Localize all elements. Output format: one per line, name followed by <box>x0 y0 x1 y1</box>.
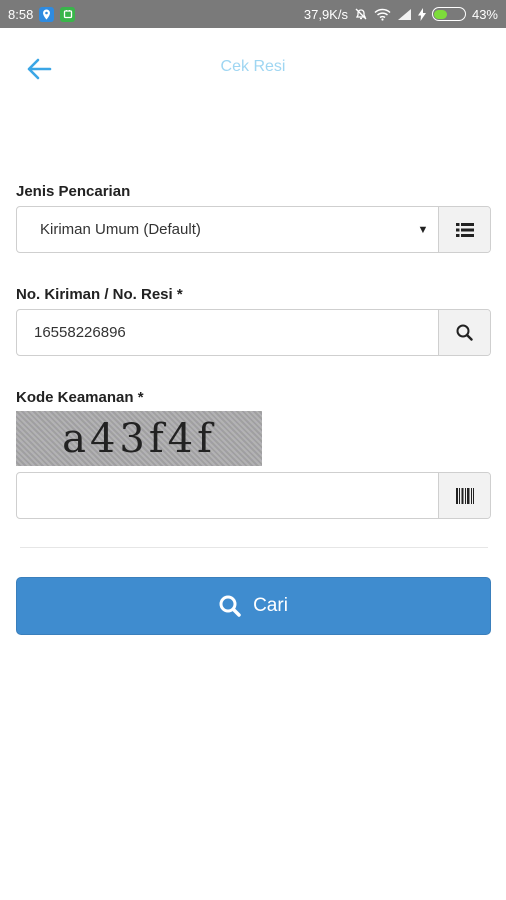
battery-percent: 43% <box>471 6 498 22</box>
security-code-field[interactable] <box>16 472 491 519</box>
mute-bell-icon <box>354 7 368 21</box>
app-header: Cek Resi <box>0 28 506 108</box>
network-speed: 37,9K/s <box>303 6 348 22</box>
app-notification-icon <box>60 6 76 22</box>
security-code-label: Kode Keamanan * <box>16 389 144 406</box>
status-bar: 8:58 37,9K/s 43% <box>0 0 506 28</box>
tracking-number-label: No. Kiriman / No. Resi * <box>16 286 183 303</box>
barcode-icon <box>455 487 474 504</box>
list-button[interactable] <box>438 207 490 252</box>
tracking-number-input[interactable]: 16558226896 <box>17 310 438 355</box>
search-icon <box>456 324 473 341</box>
search-type-value: Kiriman Umum (Default) <box>40 221 201 238</box>
charging-icon <box>417 7 426 21</box>
list-icon <box>455 222 474 237</box>
tracking-search-button[interactable] <box>438 310 490 355</box>
location-app-icon <box>39 6 55 22</box>
signal-icon <box>397 8 412 20</box>
status-time: 8:58 <box>8 6 34 22</box>
captcha-image: a43f4f <box>16 411 262 466</box>
search-submit-label: Cari <box>253 595 288 616</box>
search-icon <box>219 595 241 617</box>
barcode-button[interactable] <box>438 473 490 518</box>
search-type-select[interactable]: Kiriman Umum (Default) ▼ <box>16 206 491 253</box>
divider <box>20 547 488 548</box>
page-title: Cek Resi <box>220 58 286 75</box>
dropdown-caret-icon: ▼ <box>417 223 429 236</box>
battery-fill <box>434 9 447 19</box>
battery-icon <box>431 7 466 21</box>
captcha-text: a43f4f <box>62 415 216 462</box>
search-submit-button[interactable]: Cari <box>16 577 491 635</box>
security-code-input[interactable] <box>17 473 438 518</box>
tracking-number-field[interactable]: 16558226896 <box>16 309 491 356</box>
search-type-label: Jenis Pencarian <box>16 183 131 200</box>
wifi-icon <box>374 8 391 21</box>
